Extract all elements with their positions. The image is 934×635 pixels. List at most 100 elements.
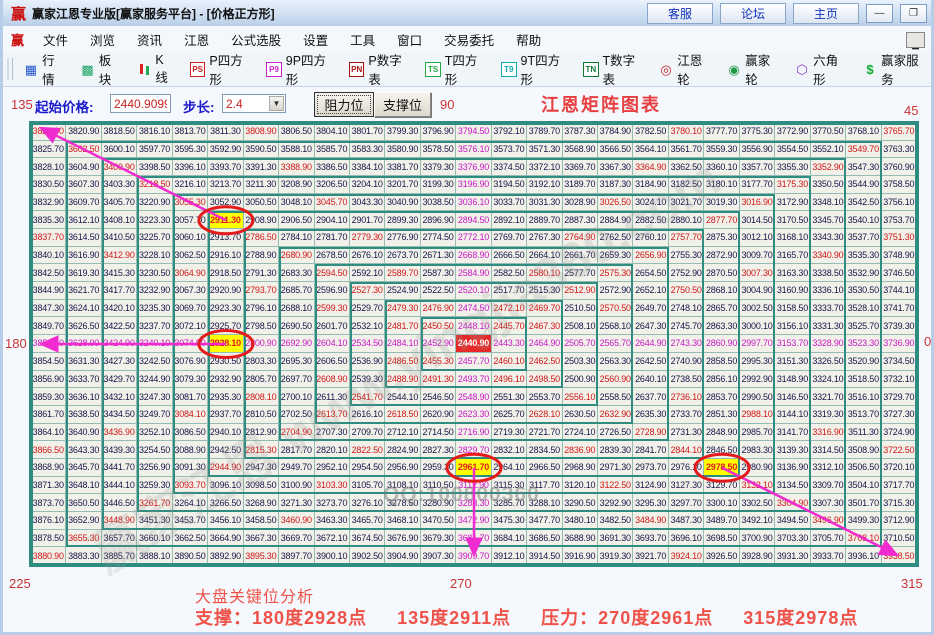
matrix-cell: 2659.30 — [598, 246, 634, 265]
toolbar-item-label: P数字表 — [368, 54, 402, 87]
toolbar-item[interactable]: ▩ 板块 — [75, 50, 126, 88]
homepage-button[interactable]: 主页 — [793, 3, 859, 24]
matrix-cell: 3355.30 — [775, 158, 811, 177]
toolbar-item[interactable]: P9 9P四方形 — [261, 50, 338, 88]
matrix-cell: 3496.90 — [810, 511, 847, 530]
matrix-cell: 2628.10 — [527, 405, 563, 424]
menu-item[interactable]: 文件 — [32, 26, 79, 52]
matrix-cell: 3561.70 — [668, 140, 705, 159]
matrix-cell: 2841.70 — [633, 441, 669, 459]
menu-bar: 赢 文件 浏览 资讯 江恩 公式选股 设置 工具 窗口 交易委托 帮助 ▁ — [3, 26, 931, 53]
matrix-cell: 2832.10 — [491, 441, 528, 459]
menu-item[interactable]: 资讯 — [126, 26, 173, 52]
menu-item[interactable]: 浏览 — [79, 26, 126, 52]
toolbar-item[interactable]: TS T四方形 — [420, 50, 490, 88]
toolbar-item[interactable]: PS P四方形 — [185, 50, 255, 88]
matrix-cell: 3504.10 — [846, 476, 882, 495]
support-button[interactable]: 支撑位 — [374, 92, 431, 117]
toolbar-item[interactable]: ⬡ 六角形 — [790, 50, 852, 88]
toolbar-item[interactable]: PN P数字表 — [344, 50, 414, 88]
matrix-cell: 3009.70 — [739, 246, 776, 265]
matrix-cell: 3120.10 — [562, 476, 599, 495]
forum-button[interactable]: 论坛 — [720, 3, 786, 24]
toolbar-item[interactable]: $ 赢家服务 — [858, 50, 931, 88]
matrix-cell: 3072.10 — [172, 317, 209, 336]
matrix-cell: 3777.70 — [704, 123, 740, 141]
toolbar-item[interactable]: ◉ 赢家轮 — [722, 50, 784, 88]
menu-item[interactable]: 公式选股 — [220, 26, 292, 52]
matrix-cell: 3873.70 — [31, 494, 67, 512]
matrix-cell: 3108.10 — [385, 476, 421, 495]
matrix-cell: 3662.50 — [172, 529, 209, 548]
matrix-cell: 3876.10 — [31, 511, 67, 530]
matrix-cell: 3787.30 — [562, 123, 599, 141]
matrix-cell: 3115.30 — [491, 476, 528, 495]
matrix-cell: 2824.90 — [385, 441, 421, 459]
matrix-cell: 2750.50 — [668, 282, 705, 300]
matrix-cell: 3794.50 — [456, 123, 492, 141]
matrix-cell: 3547.30 — [846, 158, 882, 177]
matrix-cell: 2947.30 — [243, 458, 280, 477]
matrix-cell: 2846.50 — [704, 441, 740, 459]
matrix-cell: 3117.70 — [527, 476, 563, 495]
matrix-cell: 2618.50 — [385, 405, 421, 424]
restore-button[interactable]: ❐ — [900, 4, 927, 23]
menu-item[interactable]: 窗口 — [386, 26, 433, 52]
toolbar-item[interactable]: K线 — [132, 53, 179, 86]
menu-item[interactable]: 工具 — [339, 26, 386, 52]
toolbar-item[interactable]: T9 9T四方形 — [496, 50, 572, 88]
matrix-cell: 3218.50 — [137, 176, 173, 194]
matrix-cell: 3297.70 — [668, 494, 705, 512]
matrix-cell: 2940.10 — [208, 423, 244, 442]
matrix-cell: 3643.30 — [66, 441, 102, 459]
matrix-cell: 3254.50 — [137, 441, 173, 459]
mdi-minimize-icon[interactable]: ▁ — [906, 32, 925, 49]
toolbar-item[interactable]: ▦ 行情 — [19, 50, 70, 88]
matrix-cell: 2635.30 — [633, 405, 669, 424]
step-combobox[interactable]: 2.4 ▼ — [222, 94, 286, 113]
matrix-cell: 2529.70 — [349, 299, 386, 318]
matrix-cell: 3902.50 — [349, 547, 386, 565]
matrix-cell: 2704.90 — [279, 423, 315, 442]
matrix-cell: 3477.70 — [527, 511, 563, 530]
matrix-cell: 3127.30 — [668, 476, 705, 495]
matrix-cell: 3429.70 — [101, 370, 138, 389]
matrix-cell: 3780.10 — [668, 123, 705, 141]
menu-item[interactable]: 江恩 — [173, 26, 220, 52]
customer-service-button[interactable]: 客服 — [647, 3, 713, 24]
matrix-cell: 3864.10 — [31, 423, 67, 442]
resistance-button[interactable]: 阻力位 — [314, 92, 374, 117]
matrix-cell: 3420.10 — [101, 299, 138, 318]
matrix-cell: 2445.70 — [491, 317, 528, 336]
matrix-cell: 3525.70 — [846, 317, 882, 336]
menu-item[interactable]: 设置 — [292, 26, 339, 52]
toolbar-item[interactable]: TN T数字表 — [578, 50, 648, 88]
matrix-cell: 2733.70 — [668, 405, 705, 424]
matrix-cell: 2683.30 — [279, 264, 315, 283]
matrix-cell: 3189.70 — [562, 176, 599, 194]
matrix-cell: 3271.30 — [279, 494, 315, 512]
matrix-cell: 3177.70 — [739, 176, 776, 194]
matrix-cell: 2697.70 — [279, 370, 315, 389]
price-square-panel: 3823.30 3820.90 3818.50 3816.10 3813.70 3811.… — [29, 121, 919, 584]
matrix-cell: 2798.50 — [243, 317, 280, 336]
chevron-down-icon[interactable]: ▼ — [269, 96, 284, 111]
menu-item[interactable]: 帮助 — [505, 26, 552, 52]
matrix-cell: 3252.10 — [137, 423, 173, 442]
toolbar-item[interactable]: ◎ 江恩轮 — [654, 50, 716, 88]
minimize-button[interactable]: — — [866, 4, 893, 23]
matrix-cell: 2620.90 — [420, 405, 457, 424]
app-logo-icon: 赢 — [11, 5, 27, 23]
start-price-input[interactable] — [110, 94, 171, 113]
matrix-cell: 2534.50 — [349, 335, 386, 353]
matrix-cell: 2577.70 — [562, 264, 599, 283]
analysis-levels: 支撑：180度2928点 135度2911点 压力：270度2961点 315度297… — [195, 604, 858, 630]
matrix-cell: 3650.50 — [66, 494, 102, 512]
matrix-cell: 3012.10 — [739, 229, 776, 247]
matrix-cell: 3600.10 — [101, 140, 138, 159]
matrix-cell: 3535.30 — [846, 246, 882, 265]
menu-item[interactable]: 交易委托 — [433, 26, 505, 52]
matrix-cell: 3818.50 — [101, 123, 138, 141]
matrix-cell: 2848.90 — [704, 423, 740, 442]
matrix-cell: 2997.70 — [739, 335, 776, 353]
